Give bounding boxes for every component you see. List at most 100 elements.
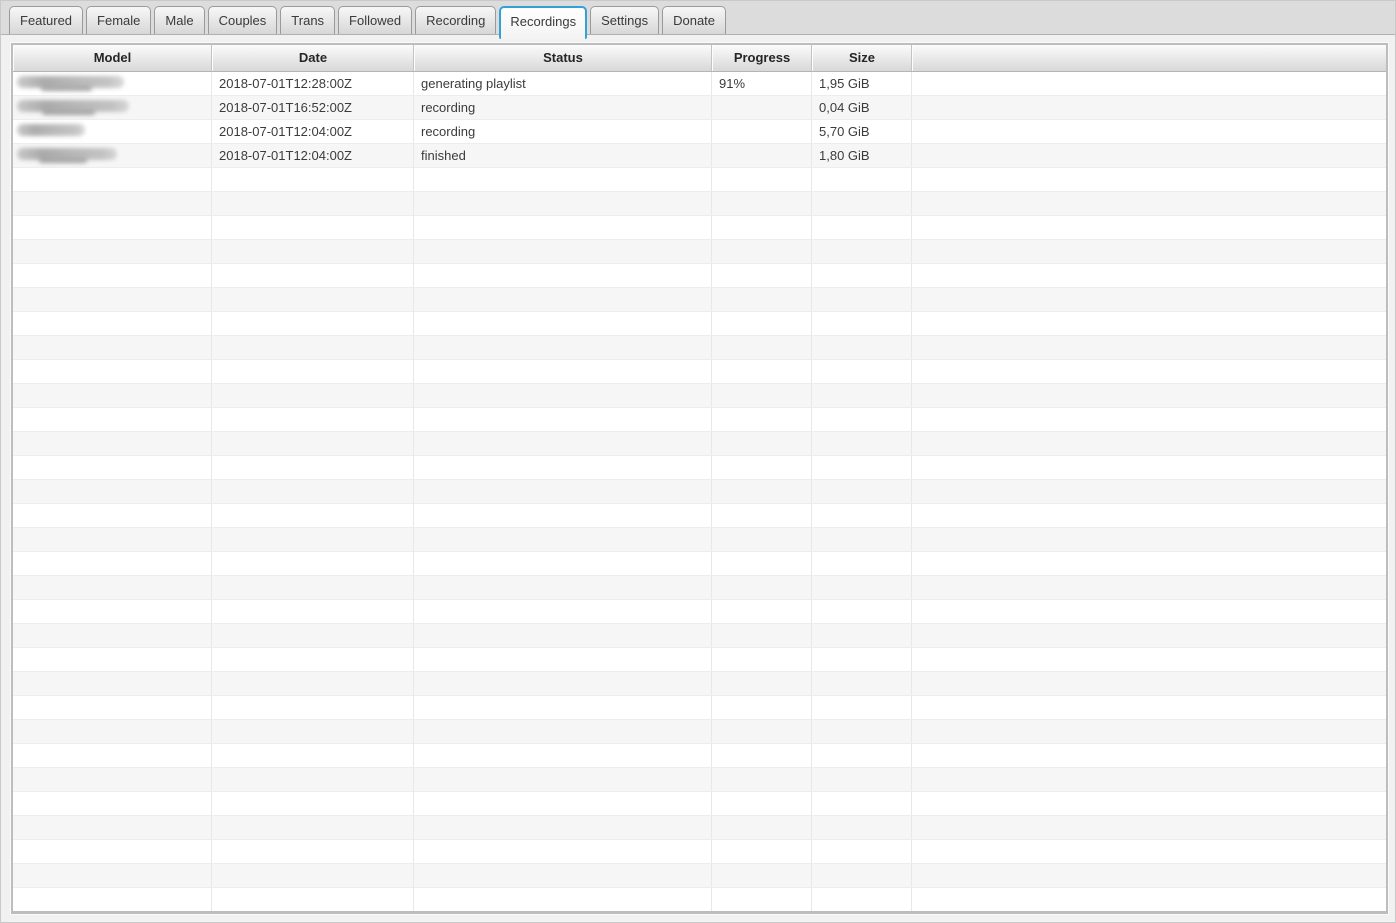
app-window: Featured FemaleMaleCouplesTransFollowed Re…	[0, 0, 1396, 923]
cell-model	[13, 192, 212, 215]
tab-followed[interactable]: Followed	[338, 6, 412, 34]
cell-progress: 91%	[712, 72, 812, 95]
tab-recordings[interactable]: Recordings	[499, 6, 587, 39]
table-row-empty[interactable]	[13, 480, 1386, 504]
table-row[interactable]: 2018-07-01T16:52:00Zrecording0,04 GiB	[13, 96, 1386, 120]
tab-settings[interactable]: Settings	[590, 6, 659, 34]
cell-progress	[712, 336, 812, 359]
table-row[interactable]: 2018-07-01T12:04:00Zrecording5,70 GiB	[13, 120, 1386, 144]
table-row-empty[interactable]	[13, 672, 1386, 696]
table-row-empty[interactable]	[13, 864, 1386, 888]
table-row-empty[interactable]	[13, 768, 1386, 792]
column-header-progress[interactable]: Progress	[712, 45, 812, 71]
table-row-empty[interactable]	[13, 792, 1386, 816]
cell-status	[414, 768, 712, 791]
cell-size	[812, 696, 912, 719]
table-row-empty[interactable]	[13, 456, 1386, 480]
column-header-date[interactable]: Date	[212, 45, 414, 71]
cell-progress	[712, 624, 812, 647]
cell-filler	[912, 552, 1386, 575]
table-row-empty[interactable]	[13, 288, 1386, 312]
table-row-empty[interactable]	[13, 576, 1386, 600]
cell-filler	[912, 96, 1386, 119]
cell-date	[212, 168, 414, 191]
tab-trans[interactable]: Trans	[280, 6, 335, 34]
cell-date	[212, 192, 414, 215]
table-row-empty[interactable]	[13, 888, 1386, 912]
tab-donate[interactable]: Donate	[662, 6, 726, 34]
table-row-empty[interactable]	[13, 552, 1386, 576]
cell-model	[13, 792, 212, 815]
cell-status	[414, 888, 712, 911]
cell-status	[414, 840, 712, 863]
cell-model	[13, 240, 212, 263]
table-row-empty[interactable]	[13, 264, 1386, 288]
table-row-empty[interactable]	[13, 384, 1386, 408]
table-row-empty[interactable]	[13, 432, 1386, 456]
column-header-model[interactable]: Model	[13, 45, 212, 71]
column-header-size[interactable]: Size	[812, 45, 912, 71]
table-row-empty[interactable]	[13, 240, 1386, 264]
tab-male[interactable]: Male	[154, 6, 204, 34]
cell-model	[13, 768, 212, 791]
table-row[interactable]: 2018-07-01T12:28:00Zgenerating playlist9…	[13, 72, 1386, 96]
table-row-empty[interactable]	[13, 168, 1386, 192]
cell-status	[414, 456, 712, 479]
cell-date	[212, 648, 414, 671]
cell-model	[13, 264, 212, 287]
tab-featured[interactable]: Featured	[9, 6, 83, 34]
cell-model	[13, 672, 212, 695]
cell-size	[812, 336, 912, 359]
cell-size	[812, 888, 912, 911]
table-row-empty[interactable]	[13, 216, 1386, 240]
table-row-empty[interactable]	[13, 720, 1386, 744]
table-row-empty[interactable]	[13, 840, 1386, 864]
cell-status	[414, 360, 712, 383]
table-row-empty[interactable]	[13, 624, 1386, 648]
cell-progress	[712, 384, 812, 407]
table-row-empty[interactable]	[13, 744, 1386, 768]
cell-model	[13, 600, 212, 623]
redacted-model-name	[17, 100, 129, 114]
cell-filler	[912, 288, 1386, 311]
tab-recording[interactable]: Recording	[415, 6, 496, 34]
table-row-empty[interactable]	[13, 336, 1386, 360]
table-row-empty[interactable]	[13, 312, 1386, 336]
cell-progress	[712, 816, 812, 839]
table-row[interactable]: 2018-07-01T12:04:00Zfinished1,80 GiB	[13, 144, 1386, 168]
cell-filler	[912, 624, 1386, 647]
cell-filler	[912, 816, 1386, 839]
table-row-empty[interactable]	[13, 408, 1386, 432]
cell-date	[212, 288, 414, 311]
cell-status: generating playlist	[414, 72, 712, 95]
cell-progress	[712, 408, 812, 431]
tab-couples[interactable]: Couples	[208, 6, 278, 34]
cell-progress	[712, 792, 812, 815]
table-row-empty[interactable]	[13, 528, 1386, 552]
table-row-empty[interactable]	[13, 696, 1386, 720]
tab-label: Recording	[426, 13, 485, 28]
tab-label: Featured	[20, 13, 72, 28]
cell-filler	[912, 144, 1386, 167]
cell-date	[212, 552, 414, 575]
cell-progress	[712, 216, 812, 239]
cell-status	[414, 624, 712, 647]
cell-status: recording	[414, 96, 712, 119]
table-row-empty[interactable]	[13, 192, 1386, 216]
cell-date	[212, 816, 414, 839]
table-row-empty[interactable]	[13, 360, 1386, 384]
table-row-empty[interactable]	[13, 600, 1386, 624]
cell-filler	[912, 240, 1386, 263]
cell-status	[414, 720, 712, 743]
cell-date	[212, 696, 414, 719]
cell-model	[13, 816, 212, 839]
cell-size	[812, 648, 912, 671]
cell-size	[812, 624, 912, 647]
table-row-empty[interactable]	[13, 648, 1386, 672]
cell-size	[812, 840, 912, 863]
table-row-empty[interactable]	[13, 816, 1386, 840]
tab-female[interactable]: Female	[86, 6, 151, 34]
column-header-status[interactable]: Status	[414, 45, 712, 71]
cell-model	[13, 576, 212, 599]
table-row-empty[interactable]	[13, 504, 1386, 528]
